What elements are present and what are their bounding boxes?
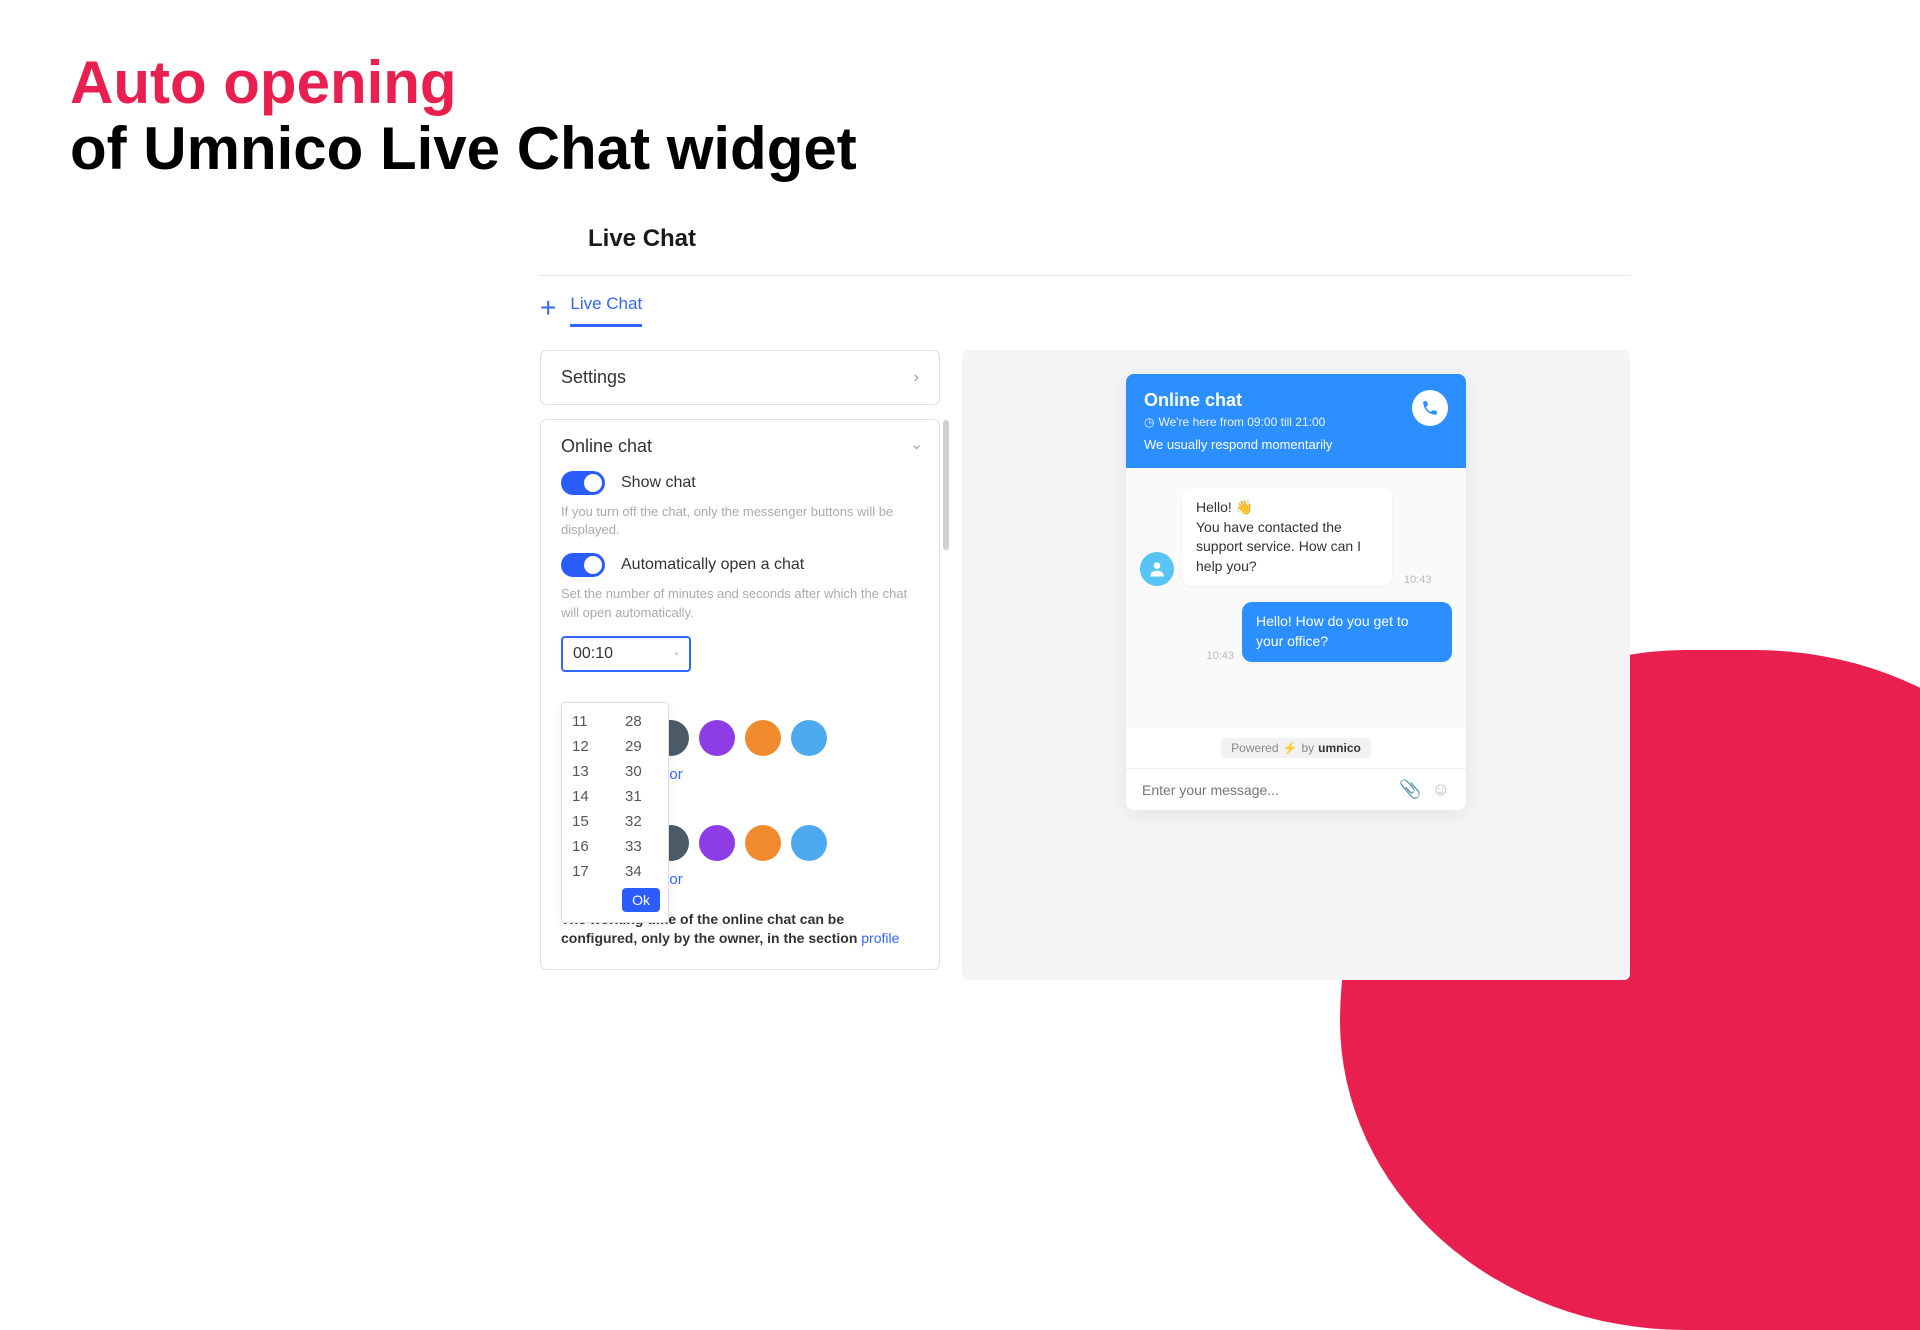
color-swatch[interactable] [699, 720, 735, 756]
dd-item[interactable]: 12 [562, 734, 615, 759]
chat-body: Hello! 👋 You have contacted the support … [1126, 468, 1466, 728]
preview-panel: Online chat ◷ We're here from 09:00 till… [962, 350, 1630, 980]
bolt-icon: ⚡ [1283, 741, 1298, 755]
chat-respond-text: We usually respond momentarily [1144, 437, 1448, 452]
color-swatch[interactable] [699, 825, 735, 861]
chat-input-row: 📎 ☺ [1126, 768, 1466, 810]
msg-time: 10:43 [1404, 574, 1432, 586]
left-column: Settings › Online chat › Show chat If yo… [540, 350, 940, 980]
msg-bubble: Hello! How do you get to your office? [1242, 602, 1452, 661]
chat-widget: Online chat ◷ We're here from 09:00 till… [1126, 374, 1466, 810]
heading-accent: Auto opening [70, 49, 457, 116]
dd-item[interactable]: 30 [615, 759, 668, 784]
auto-open-help: Set the number of minutes and seconds af… [541, 581, 939, 631]
time-dropdown[interactable]: 11121314151617 28293031323334 Ok [561, 702, 669, 923]
chat-message-input[interactable] [1142, 782, 1389, 798]
tabs: + Live Chat [540, 284, 1630, 328]
profile-link[interactable]: profile [861, 930, 899, 946]
app-window: Live Chat + Live Chat Settings › Online … [540, 225, 1630, 980]
dd-item[interactable]: 15 [562, 809, 615, 834]
msg-bubble: Hello! 👋 You have contacted the support … [1182, 488, 1392, 586]
chat-title: Online chat [1144, 390, 1325, 411]
dd-item[interactable]: 29 [615, 734, 668, 759]
dd-item[interactable]: 28 [615, 709, 668, 734]
powered-by: Powered⚡ by umnico [1126, 728, 1466, 768]
dd-item[interactable]: 11 [562, 709, 615, 734]
attachment-icon[interactable]: 📎 [1399, 779, 1421, 800]
color-swatch[interactable] [745, 720, 781, 756]
plus-icon[interactable]: + [540, 292, 556, 328]
dd-item[interactable]: 16 [562, 834, 615, 859]
dd-item[interactable]: 33 [615, 834, 668, 859]
chat-hours: ◷ We're here from 09:00 till 21:00 [1144, 415, 1325, 429]
agent-avatar [1140, 552, 1174, 586]
color-swatch[interactable] [745, 825, 781, 861]
show-chat-help: If you turn off the chat, only the messe… [541, 499, 939, 549]
phone-button[interactable] [1412, 390, 1448, 426]
settings-label: Settings [561, 367, 626, 388]
content-row: Settings › Online chat › Show chat If yo… [540, 350, 1630, 980]
clock-icon: ◔ [671, 646, 679, 662]
show-chat-label: Show chat [621, 474, 696, 492]
divider [540, 275, 1630, 276]
chat-header: Online chat ◷ We're here from 09:00 till… [1126, 374, 1466, 468]
chevron-down-icon[interactable]: › [907, 444, 925, 449]
color-swatch[interactable] [791, 720, 827, 756]
settings-card[interactable]: Settings › [540, 350, 940, 405]
dropdown-ok-button[interactable]: Ok [622, 888, 660, 912]
online-chat-header: Online chat [561, 436, 652, 457]
dd-item[interactable]: 13 [562, 759, 615, 784]
scrollbar[interactable] [943, 420, 949, 550]
dd-item[interactable]: 34 [615, 859, 668, 884]
emoji-icon[interactable]: ☺ [1432, 779, 1450, 800]
page-heading: Auto opening of Umnico Live Chat widget [70, 50, 857, 182]
online-chat-card: Online chat › Show chat If you turn off … [540, 419, 940, 970]
dd-item[interactable]: 17 [562, 859, 615, 884]
dd-item[interactable]: 31 [615, 784, 668, 809]
show-chat-toggle[interactable] [561, 471, 605, 495]
msg-time: 10:43 [1206, 650, 1234, 662]
clock-icon: ◷ [1144, 415, 1154, 429]
incoming-message: Hello! 👋 You have contacted the support … [1140, 488, 1452, 586]
auto-open-label: Automatically open a chat [621, 556, 804, 574]
heading-rest: of Umnico Live Chat widget [70, 115, 857, 182]
outgoing-message: 10:43 Hello! How do you get to your offi… [1140, 602, 1452, 661]
dd-item[interactable]: 32 [615, 809, 668, 834]
auto-open-toggle[interactable] [561, 553, 605, 577]
color-swatch[interactable] [791, 825, 827, 861]
chevron-right-icon: › [914, 369, 919, 387]
tab-live-chat[interactable]: Live Chat [570, 294, 642, 327]
dd-item[interactable]: 14 [562, 784, 615, 809]
app-title: Live Chat [540, 225, 1630, 275]
